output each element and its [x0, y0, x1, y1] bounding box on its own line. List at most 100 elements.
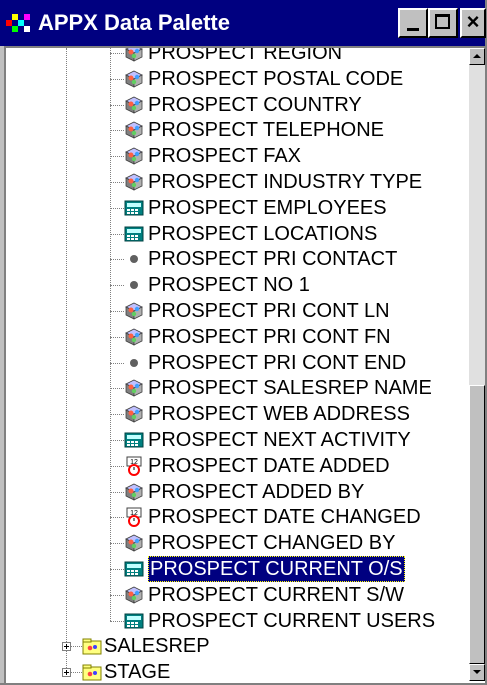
tree-item-label: SALESREP	[104, 635, 210, 658]
vertical-scrollbar[interactable]	[469, 48, 485, 681]
close-button[interactable]: ×	[460, 8, 486, 38]
field-cube-icon	[125, 483, 143, 501]
tree-item-field[interactable]: PROSPECT SALESREP NAME	[6, 375, 466, 401]
maximize-icon	[435, 14, 450, 29]
tree-item-label: PROSPECT PRI CONT FN	[148, 325, 391, 348]
field-cube-icon	[125, 173, 143, 191]
scroll-up-button[interactable]	[469, 48, 485, 65]
tree-item-label: PROSPECT CURRENT S/W	[148, 583, 404, 606]
tree-item-label: PROSPECT CHANGED BY	[148, 532, 396, 555]
field-cube-icon	[125, 534, 143, 552]
tree-item-field[interactable]: PROSPECT CURRENT S/W	[6, 582, 466, 608]
tree-item-field[interactable]: PROSPECT EMPLOYEES	[6, 195, 466, 221]
tree-item-label: PROSPECT REGION	[148, 48, 343, 64]
tree-guide-line	[110, 182, 124, 183]
tree-item-field[interactable]: PROSPECT INDUSTRY TYPE	[6, 169, 466, 195]
tree-item-label: PROSPECT PRI CONT LN	[148, 300, 390, 322]
field-cube-icon	[125, 147, 143, 165]
tree-view[interactable]: PROSPECT REGION PROSPECT POSTAL CODE PROSP…	[4, 46, 485, 683]
field-cube-icon	[125, 48, 143, 62]
field-cube-icon	[125, 70, 143, 88]
tree-guide-line	[110, 259, 124, 261]
tree-guide-line	[110, 311, 124, 312]
tree-item-file[interactable]: STAGE	[6, 659, 466, 683]
tree-item-label: PROSPECT FAX	[148, 145, 302, 168]
tree-item-label: PROSPECT CURRENT O/S	[148, 556, 405, 582]
tree-guide-line	[110, 440, 124, 441]
data-palette-window: APPX Data Palette × PROSPECT REGION PROSP…	[0, 0, 487, 685]
title-bar[interactable]: APPX Data Palette ×	[0, 0, 486, 46]
tree-item-label: PROSPECT COUNTRY	[148, 93, 362, 116]
tree-item-label: PROSPECT PRI CONT END	[148, 351, 407, 374]
tree-item-field[interactable]: PROSPECT FAX	[6, 143, 466, 169]
tree-item-field[interactable]: PROSPECT PRI CONT LN	[6, 298, 466, 324]
tree-item-field[interactable]: PROSPECT COUNTRY	[6, 92, 466, 118]
tree-item-label: PROSPECT SALESREP NAME	[148, 377, 432, 400]
tree-guide-line	[110, 543, 124, 545]
tree-item-field[interactable]: PROSPECT CURRENT USERS	[6, 608, 466, 634]
close-icon: ×	[466, 9, 480, 34]
tree-item-label: PROSPECT LOCATIONS	[148, 222, 378, 245]
window-title: APPX Data Palette	[38, 10, 230, 35]
tree-guide-line	[110, 78, 124, 80]
tree-item-label: PROSPECT NEXT ACTIVITY	[148, 429, 411, 451]
tree-guide-line	[110, 569, 124, 570]
date-field-icon: 12	[126, 456, 142, 476]
date-field-icon: 12	[126, 507, 142, 528]
tree-item-label: PROSPECT PRI CONTACT	[148, 248, 398, 271]
tree-item-label: PROSPECT DATE ADDED	[148, 454, 390, 477]
tree-guide-line	[110, 156, 124, 158]
minimize-icon	[407, 28, 419, 31]
tree-guide-line	[110, 414, 124, 416]
file-folder-icon	[82, 638, 102, 655]
tree-item-label: PROSPECT EMPLOYEES	[148, 196, 387, 219]
tree-item-field[interactable]: PROSPECT NEXT ACTIVITY	[6, 427, 466, 453]
numeric-field-icon	[124, 613, 144, 629]
maximize-button[interactable]	[428, 8, 458, 38]
tree-item-label: PROSPECT NO 1	[148, 274, 310, 297]
tree-item-label: PROSPECT ADDED BY	[148, 480, 365, 503]
tree-item-field[interactable]: PROSPECT POSTAL CODE	[6, 66, 466, 92]
tree-item-field[interactable]: PROSPECT NO 1	[6, 272, 466, 298]
down-arrow-icon	[473, 670, 481, 674]
scroll-thumb[interactable]	[469, 385, 485, 664]
field-cube-icon	[125, 405, 143, 423]
tree-item-field[interactable]: PROSPECT PRI CONTACT	[6, 246, 466, 272]
field-cube-icon	[125, 96, 143, 114]
tree-item-field[interactable]: PROSPECT CHANGED BY	[6, 530, 466, 556]
minimize-button[interactable]	[398, 8, 428, 38]
field-cube-icon	[125, 586, 143, 604]
numeric-field-icon	[124, 200, 144, 216]
scroll-down-button[interactable]	[469, 664, 485, 681]
tree-item-label: PROSPECT WEB ADDRESS	[148, 403, 410, 426]
tree-item-label: PROSPECT DATE CHANGED	[148, 506, 421, 529]
tree-guide-line	[110, 491, 124, 493]
tree-guide-line	[110, 388, 124, 390]
tree-guide-line	[110, 362, 124, 364]
tree-guide-line	[110, 594, 124, 596]
tree-item-label: PROSPECT TELEPHONE	[148, 119, 384, 142]
tree-item-field[interactable]: PROSPECT ADDED BY	[6, 479, 466, 505]
tree-item-field[interactable]: PROSPECT REGION	[6, 48, 466, 66]
tree-item-field[interactable]: 12 PROSPECT DATE CHANGED	[6, 504, 466, 530]
tree-item-label: PROSPECT INDUSTRY TYPE	[148, 171, 423, 193]
tree-item-field[interactable]: PROSPECT WEB ADDRESS	[6, 401, 466, 427]
tree-item-field[interactable]: PROSPECT PRI CONT FN	[6, 324, 466, 350]
tree-item-field[interactable]: PROSPECT CURRENT O/S	[6, 556, 466, 582]
group-dot-icon	[130, 281, 138, 290]
appx-logo-icon	[6, 14, 30, 32]
expand-icon[interactable]	[62, 642, 71, 652]
tree-item-field[interactable]: PROSPECT LOCATIONS	[6, 221, 466, 247]
tree-guide-line	[110, 207, 124, 209]
tree-item-field[interactable]: PROSPECT PRI CONT END	[6, 350, 466, 376]
tree-item-file[interactable]: SALESREP	[6, 633, 466, 659]
tree-item-field[interactable]: 12 PROSPECT DATE ADDED	[6, 453, 466, 479]
group-dot-icon	[130, 358, 138, 367]
file-folder-icon	[82, 664, 102, 681]
tree-guide-line	[110, 620, 124, 622]
tree-guide-line	[110, 285, 124, 287]
expand-icon[interactable]	[62, 668, 71, 678]
field-cube-icon	[125, 379, 143, 398]
numeric-field-icon	[124, 561, 144, 577]
tree-item-field[interactable]: PROSPECT TELEPHONE	[6, 117, 466, 143]
